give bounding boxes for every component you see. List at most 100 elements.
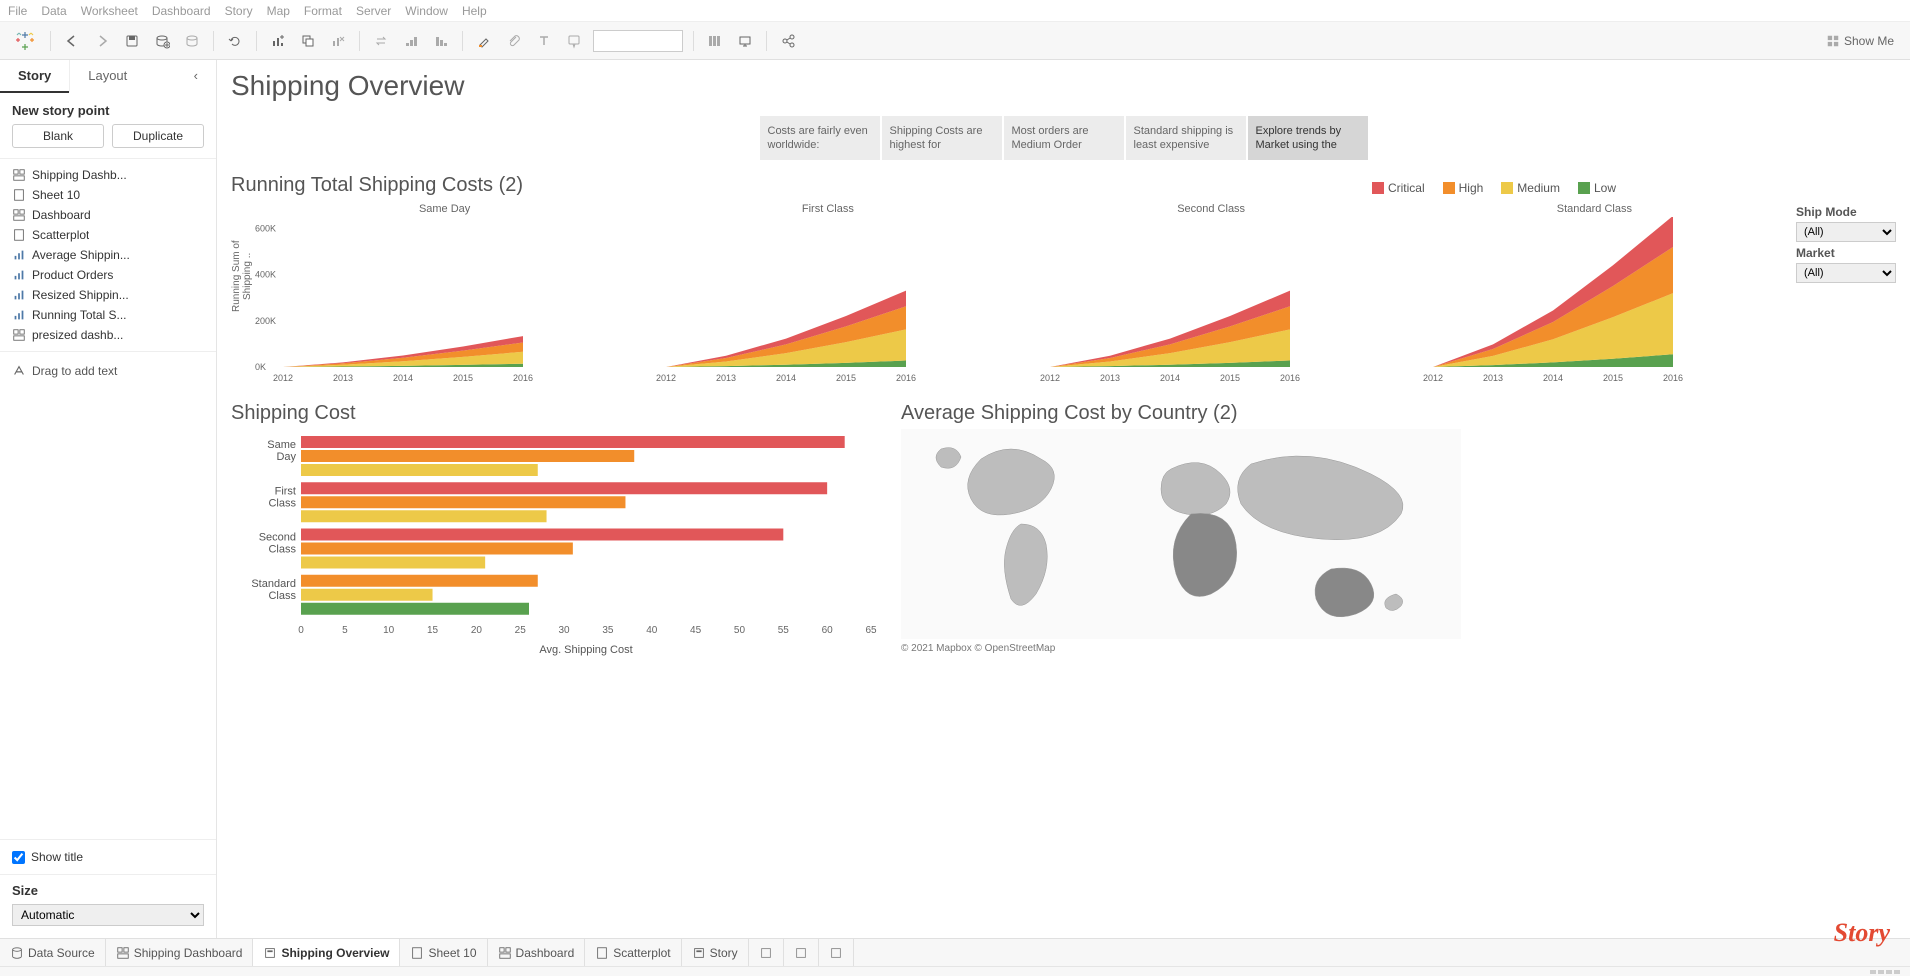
svg-text:5: 5: [342, 625, 348, 636]
menu-data[interactable]: Data: [41, 4, 66, 18]
new-story-point-label: New story point: [0, 93, 216, 124]
sort-desc-button[interactable]: [428, 28, 454, 54]
svg-text:2015: 2015: [1219, 373, 1239, 383]
new-worksheet-button[interactable]: [265, 28, 291, 54]
svg-text:2015: 2015: [1603, 373, 1623, 383]
sheet-list-item[interactable]: Sheet 10: [0, 185, 216, 205]
pause-button[interactable]: [179, 28, 205, 54]
sheet-tab[interactable]: Data Source: [0, 939, 106, 966]
story-side-panel: Story Layout‹ New story point Blank Dupl…: [0, 60, 217, 938]
sort-asc-button[interactable]: [398, 28, 424, 54]
panel-title: Second Class: [1020, 201, 1403, 217]
svg-text:2014: 2014: [1543, 373, 1563, 383]
new-story-icon[interactable]: [819, 939, 854, 966]
duplicate-button[interactable]: [295, 28, 321, 54]
svg-text:2014: 2014: [776, 373, 796, 383]
presentation-button[interactable]: [732, 28, 758, 54]
menu-file[interactable]: File: [8, 4, 27, 18]
size-select[interactable]: Automatic: [12, 904, 204, 926]
new-data-button[interactable]: [149, 28, 175, 54]
tooltip-button[interactable]: [561, 28, 587, 54]
sheet-tab[interactable]: Shipping Dashboard: [106, 939, 254, 966]
show-title-input[interactable]: [12, 851, 25, 864]
show-cards-button[interactable]: [702, 28, 728, 54]
chevron-left-icon: ‹: [194, 68, 198, 83]
area-chart-same-day[interactable]: 0K200K400K600K20122013201420152016: [253, 217, 533, 387]
sheet-list-item[interactable]: presized dashb...: [0, 325, 216, 345]
blank-button[interactable]: Blank: [12, 124, 104, 148]
story-point[interactable]: Costs are fairly even worldwide:: [760, 116, 880, 160]
story-point[interactable]: Explore trends by Market using the: [1248, 116, 1368, 160]
legend-medium[interactable]: Medium: [1501, 181, 1560, 195]
sheet-tab[interactable]: Shipping Overview: [253, 939, 400, 966]
story-point[interactable]: Shipping Costs are highest for: [882, 116, 1002, 160]
area-chart-second-class[interactable]: 20122013201420152016: [1020, 217, 1300, 387]
area-chart-standard-class[interactable]: 20122013201420152016: [1403, 217, 1683, 387]
svg-text:2012: 2012: [273, 373, 293, 383]
running-total-title: Running Total Shipping Costs (2): [231, 174, 523, 197]
sheet-list-item[interactable]: Resized Shippin...: [0, 285, 216, 305]
legend-low[interactable]: Low: [1578, 181, 1616, 195]
sheet-list-item[interactable]: Running Total S...: [0, 305, 216, 325]
tab-story[interactable]: Story: [0, 60, 69, 93]
filter-shipmode-select[interactable]: (All): [1796, 222, 1896, 242]
show-me-button[interactable]: Show Me: [1826, 34, 1894, 48]
sheet-list-item[interactable]: Average Shippin...: [0, 245, 216, 265]
undo-button[interactable]: [59, 28, 85, 54]
sheet-tab[interactable]: Sheet 10: [400, 939, 487, 966]
swap-button[interactable]: [368, 28, 394, 54]
panel-title: Standard Class: [1403, 201, 1786, 217]
svg-text:2012: 2012: [1039, 373, 1059, 383]
map-title: Average Shipping Cost by Country (2): [901, 402, 1896, 425]
menu-format[interactable]: Format: [304, 4, 342, 18]
sheet-list-item[interactable]: Dashboard: [0, 205, 216, 225]
story-point[interactable]: Most orders are Medium Order: [1004, 116, 1124, 160]
drag-to-add-text[interactable]: Drag to add text: [0, 352, 216, 840]
toolbar: Show Me: [0, 22, 1910, 60]
sheet-tab[interactable]: Dashboard: [488, 939, 586, 966]
new-dashboard-icon[interactable]: [784, 939, 819, 966]
tab-layout[interactable]: Layout‹: [69, 60, 216, 93]
sheet-list-item[interactable]: Shipping Dashb...: [0, 165, 216, 185]
sheet-list-item[interactable]: Scatterplot: [0, 225, 216, 245]
svg-text:40: 40: [646, 625, 658, 636]
sheet-tab[interactable]: Scatterplot: [585, 939, 681, 966]
filters-panel: Ship Mode (All) Market (All): [1786, 201, 1896, 283]
story-point[interactable]: Standard shipping is least expensive: [1126, 116, 1246, 160]
menu-map[interactable]: Map: [267, 4, 290, 18]
svg-text:20: 20: [471, 625, 483, 636]
text-button[interactable]: [531, 28, 557, 54]
fit-selector[interactable]: [593, 30, 683, 52]
menu-bar: File Data Worksheet Dashboard Story Map …: [0, 0, 1910, 22]
highlight-button[interactable]: [471, 28, 497, 54]
menu-window[interactable]: Window: [405, 4, 448, 18]
menu-server[interactable]: Server: [356, 4, 391, 18]
menu-help[interactable]: Help: [462, 4, 487, 18]
redo-button[interactable]: [89, 28, 115, 54]
sheet-tab[interactable]: Story: [682, 939, 749, 966]
svg-text:2013: 2013: [1099, 373, 1119, 383]
svg-text:600K: 600K: [255, 224, 276, 234]
duplicate-button[interactable]: Duplicate: [112, 124, 204, 148]
sheet-list-item[interactable]: Product Orders: [0, 265, 216, 285]
svg-text:2016: 2016: [1663, 373, 1683, 383]
menu-worksheet[interactable]: Worksheet: [81, 4, 138, 18]
legend-critical[interactable]: Critical: [1372, 181, 1425, 195]
svg-text:10: 10: [383, 625, 395, 636]
attach-button[interactable]: [501, 28, 527, 54]
area-chart-first-class[interactable]: 20122013201420152016: [636, 217, 916, 387]
svg-text:0K: 0K: [255, 362, 266, 372]
filter-market-select[interactable]: (All): [1796, 263, 1896, 283]
world-map[interactable]: [901, 429, 1461, 639]
save-button[interactable]: [119, 28, 145, 54]
menu-story[interactable]: Story: [225, 4, 253, 18]
legend-high[interactable]: High: [1443, 181, 1484, 195]
shipping-cost-barchart[interactable]: SameDayFirstClassSecondClassStandardClas…: [231, 429, 881, 659]
clear-button[interactable]: [325, 28, 351, 54]
new-sheet-icon[interactable]: [749, 939, 784, 966]
share-button[interactable]: [775, 28, 801, 54]
show-title-checkbox[interactable]: Show title: [0, 840, 216, 875]
menu-dashboard[interactable]: Dashboard: [152, 4, 211, 18]
refresh-button[interactable]: [222, 28, 248, 54]
svg-text:2016: 2016: [1279, 373, 1299, 383]
